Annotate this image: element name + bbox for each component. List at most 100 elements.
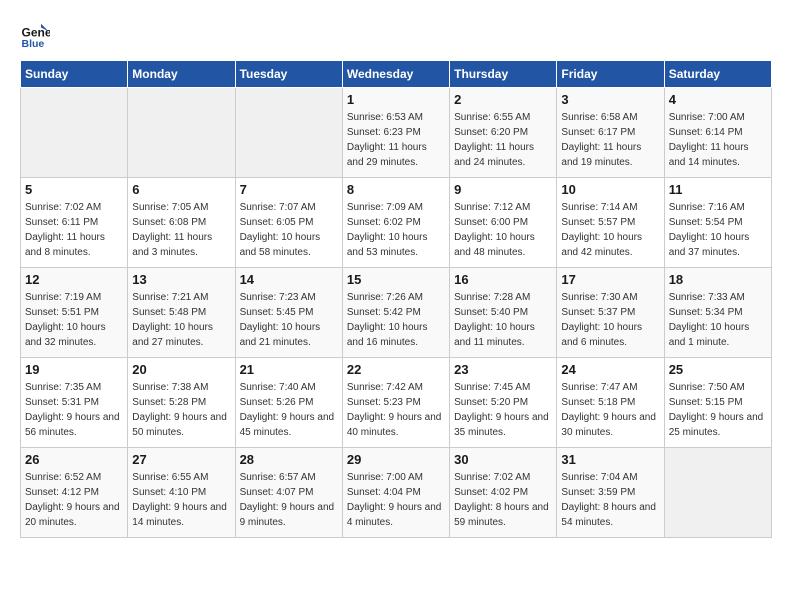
- day-info: Sunrise: 7:04 AMSunset: 3:59 PMDaylight:…: [561, 470, 659, 530]
- calendar-week-row: 1 Sunrise: 6:53 AMSunset: 6:23 PMDaylight…: [21, 88, 772, 178]
- day-number: 3: [561, 92, 659, 107]
- day-number: 23: [454, 362, 552, 377]
- day-number: 15: [347, 272, 445, 287]
- calendar-cell: 17 Sunrise: 7:30 AMSunset: 5:37 PMDayligh…: [557, 268, 664, 358]
- day-number: 6: [132, 182, 230, 197]
- calendar-cell: 28 Sunrise: 6:57 AMSunset: 4:07 PMDayligh…: [235, 448, 342, 538]
- calendar-cell: 2 Sunrise: 6:55 AMSunset: 6:20 PMDaylight…: [450, 88, 557, 178]
- day-number: 14: [240, 272, 338, 287]
- weekday-header: Saturday: [664, 61, 771, 88]
- day-info: Sunrise: 7:35 AMSunset: 5:31 PMDaylight:…: [25, 380, 123, 440]
- weekday-header: Monday: [128, 61, 235, 88]
- day-number: 4: [669, 92, 767, 107]
- calendar-week-row: 12 Sunrise: 7:19 AMSunset: 5:51 PMDayligh…: [21, 268, 772, 358]
- calendar-cell: 30 Sunrise: 7:02 AMSunset: 4:02 PMDayligh…: [450, 448, 557, 538]
- day-info: Sunrise: 6:58 AMSunset: 6:17 PMDaylight:…: [561, 110, 659, 170]
- day-number: 2: [454, 92, 552, 107]
- day-info: Sunrise: 6:52 AMSunset: 4:12 PMDaylight:…: [25, 470, 123, 530]
- day-info: Sunrise: 7:26 AMSunset: 5:42 PMDaylight:…: [347, 290, 445, 350]
- calendar-cell: 11Sunrise: 7:16 AMSunset: 5:54 PMDayligh…: [664, 178, 771, 268]
- calendar-cell: [21, 88, 128, 178]
- day-info: Sunrise: 7:30 AMSunset: 5:37 PMDaylight:…: [561, 290, 659, 350]
- day-number: 13: [132, 272, 230, 287]
- day-number: 31: [561, 452, 659, 467]
- day-info: Sunrise: 7:38 AMSunset: 5:28 PMDaylight:…: [132, 380, 230, 440]
- day-info: Sunrise: 7:19 AMSunset: 5:51 PMDaylight:…: [25, 290, 123, 350]
- calendar-cell: [664, 448, 771, 538]
- calendar-cell: 21 Sunrise: 7:40 AMSunset: 5:26 PMDayligh…: [235, 358, 342, 448]
- calendar-cell: 29 Sunrise: 7:00 AMSunset: 4:04 PMDayligh…: [342, 448, 449, 538]
- calendar-cell: 13 Sunrise: 7:21 AMSunset: 5:48 PMDayligh…: [128, 268, 235, 358]
- calendar-week-row: 19Sunrise: 7:35 AMSunset: 5:31 PMDayligh…: [21, 358, 772, 448]
- day-number: 21: [240, 362, 338, 377]
- calendar-cell: 1 Sunrise: 6:53 AMSunset: 6:23 PMDaylight…: [342, 88, 449, 178]
- weekday-header: Friday: [557, 61, 664, 88]
- day-number: 1: [347, 92, 445, 107]
- calendar-cell: 24 Sunrise: 7:47 AMSunset: 5:18 PMDayligh…: [557, 358, 664, 448]
- day-number: 28: [240, 452, 338, 467]
- day-info: Sunrise: 7:07 AMSunset: 6:05 PMDaylight:…: [240, 200, 338, 260]
- day-number: 10: [561, 182, 659, 197]
- day-number: 5: [25, 182, 123, 197]
- day-info: Sunrise: 7:42 AMSunset: 5:23 PMDaylight:…: [347, 380, 445, 440]
- day-info: Sunrise: 6:55 AMSunset: 4:10 PMDaylight:…: [132, 470, 230, 530]
- calendar-table: SundayMondayTuesdayWednesdayThursdayFrid…: [20, 60, 772, 538]
- calendar-cell: 4 Sunrise: 7:00 AMSunset: 6:14 PMDaylight…: [664, 88, 771, 178]
- day-number: 11: [669, 182, 767, 197]
- day-info: Sunrise: 6:55 AMSunset: 6:20 PMDaylight:…: [454, 110, 552, 170]
- calendar-cell: 7 Sunrise: 7:07 AMSunset: 6:05 PMDaylight…: [235, 178, 342, 268]
- calendar-cell: 25Sunrise: 7:50 AMSunset: 5:15 PMDayligh…: [664, 358, 771, 448]
- day-number: 18: [669, 272, 767, 287]
- day-info: Sunrise: 7:02 AMSunset: 4:02 PMDaylight:…: [454, 470, 552, 530]
- calendar-cell: [235, 88, 342, 178]
- day-info: Sunrise: 7:28 AMSunset: 5:40 PMDaylight:…: [454, 290, 552, 350]
- day-info: Sunrise: 7:00 AMSunset: 4:04 PMDaylight:…: [347, 470, 445, 530]
- day-number: 17: [561, 272, 659, 287]
- calendar-cell: 8 Sunrise: 7:09 AMSunset: 6:02 PMDaylight…: [342, 178, 449, 268]
- day-number: 8: [347, 182, 445, 197]
- calendar-week-row: 5 Sunrise: 7:02 AMSunset: 6:11 PMDaylight…: [21, 178, 772, 268]
- calendar-cell: [128, 88, 235, 178]
- calendar-cell: 23 Sunrise: 7:45 AMSunset: 5:20 PMDayligh…: [450, 358, 557, 448]
- weekday-header: Tuesday: [235, 61, 342, 88]
- calendar-cell: 3 Sunrise: 6:58 AMSunset: 6:17 PMDaylight…: [557, 88, 664, 178]
- calendar-cell: 19Sunrise: 7:35 AMSunset: 5:31 PMDayligh…: [21, 358, 128, 448]
- calendar-cell: 22 Sunrise: 7:42 AMSunset: 5:23 PMDayligh…: [342, 358, 449, 448]
- calendar-cell: 5 Sunrise: 7:02 AMSunset: 6:11 PMDaylight…: [21, 178, 128, 268]
- day-info: Sunrise: 7:47 AMSunset: 5:18 PMDaylight:…: [561, 380, 659, 440]
- logo: General Blue: [20, 20, 54, 50]
- calendar-cell: 10 Sunrise: 7:14 AMSunset: 5:57 PMDayligh…: [557, 178, 664, 268]
- day-number: 26: [25, 452, 123, 467]
- svg-text:Blue: Blue: [22, 38, 45, 50]
- day-info: Sunrise: 7:00 AMSunset: 6:14 PMDaylight:…: [669, 110, 767, 170]
- calendar-cell: 31 Sunrise: 7:04 AMSunset: 3:59 PMDayligh…: [557, 448, 664, 538]
- day-number: 20: [132, 362, 230, 377]
- day-number: 24: [561, 362, 659, 377]
- day-info: Sunrise: 7:09 AMSunset: 6:02 PMDaylight:…: [347, 200, 445, 260]
- day-info: Sunrise: 6:57 AMSunset: 4:07 PMDaylight:…: [240, 470, 338, 530]
- day-number: 29: [347, 452, 445, 467]
- calendar-cell: 14 Sunrise: 7:23 AMSunset: 5:45 PMDayligh…: [235, 268, 342, 358]
- day-number: 30: [454, 452, 552, 467]
- day-info: Sunrise: 7:45 AMSunset: 5:20 PMDaylight:…: [454, 380, 552, 440]
- day-info: Sunrise: 7:23 AMSunset: 5:45 PMDaylight:…: [240, 290, 338, 350]
- day-info: Sunrise: 7:21 AMSunset: 5:48 PMDaylight:…: [132, 290, 230, 350]
- day-info: Sunrise: 7:40 AMSunset: 5:26 PMDaylight:…: [240, 380, 338, 440]
- day-number: 22: [347, 362, 445, 377]
- day-info: Sunrise: 7:02 AMSunset: 6:11 PMDaylight:…: [25, 200, 123, 260]
- day-number: 12: [25, 272, 123, 287]
- weekday-header: Thursday: [450, 61, 557, 88]
- day-info: Sunrise: 7:05 AMSunset: 6:08 PMDaylight:…: [132, 200, 230, 260]
- calendar-cell: 16Sunrise: 7:28 AMSunset: 5:40 PMDayligh…: [450, 268, 557, 358]
- day-number: 27: [132, 452, 230, 467]
- day-info: Sunrise: 7:12 AMSunset: 6:00 PMDaylight:…: [454, 200, 552, 260]
- calendar-cell: 20 Sunrise: 7:38 AMSunset: 5:28 PMDayligh…: [128, 358, 235, 448]
- day-info: Sunrise: 6:53 AMSunset: 6:23 PMDaylight:…: [347, 110, 445, 170]
- day-info: Sunrise: 7:14 AMSunset: 5:57 PMDaylight:…: [561, 200, 659, 260]
- day-number: 7: [240, 182, 338, 197]
- day-info: Sunrise: 7:33 AMSunset: 5:34 PMDaylight:…: [669, 290, 767, 350]
- calendar-cell: 27 Sunrise: 6:55 AMSunset: 4:10 PMDayligh…: [128, 448, 235, 538]
- day-number: 9: [454, 182, 552, 197]
- calendar-cell: 18 Sunrise: 7:33 AMSunset: 5:34 PMDayligh…: [664, 268, 771, 358]
- page-header: General Blue: [20, 20, 772, 50]
